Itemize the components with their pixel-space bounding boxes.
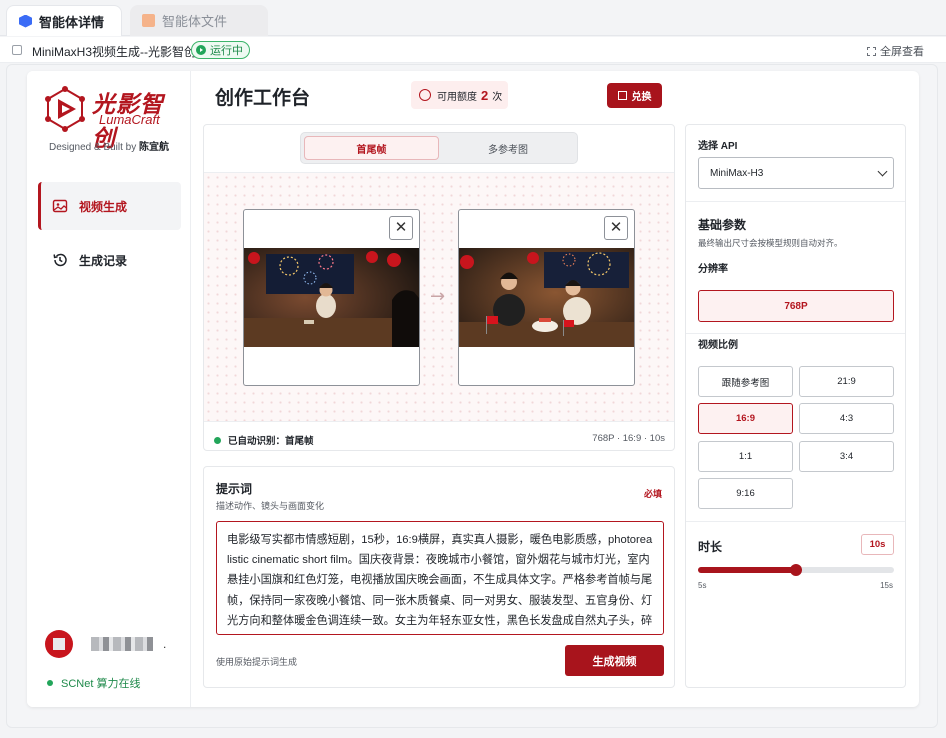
slider-fill — [698, 567, 796, 573]
redeem-button[interactable]: 兑换 — [607, 83, 662, 108]
page-title: 创作工作台 — [215, 88, 311, 109]
ratio-follow-reference[interactable]: 跟随参考图 — [698, 366, 793, 397]
auto-detect-status: 已自动识别：首尾帧 — [214, 433, 314, 447]
gauge-icon — [419, 89, 431, 101]
redeem-label: 兑换 — [631, 92, 652, 103]
sidebar-item-label: 生成记录 — [79, 253, 128, 268]
ratio-3-4[interactable]: 3:4 — [799, 441, 894, 472]
avatar — [45, 630, 73, 658]
resolution-label: 分辨率 — [698, 264, 728, 275]
sidebar-item-label: 视频生成 — [79, 199, 128, 214]
designed-by: Designed & Built by 陈宜航 — [27, 138, 191, 153]
last-frame-image — [459, 248, 634, 347]
mode-multi-reference[interactable]: 多参考图 — [441, 136, 575, 160]
output-spec: 768P · 16:9 · 10s — [592, 433, 665, 444]
play-icon — [196, 45, 206, 55]
required-badge: 必填 — [643, 489, 662, 499]
duration-label: 时长 — [698, 540, 723, 554]
logo-text-en: LumaCraft — [99, 112, 160, 127]
ratio-16-9[interactable]: 16:9 — [698, 403, 793, 434]
designer-name: 陈宜航 — [139, 142, 170, 153]
tab-label: 智能体详情 — [39, 14, 105, 30]
play-logo-icon — [45, 86, 85, 132]
status-text: 运行中 — [210, 45, 243, 57]
ratio-4-3[interactable]: 4:3 — [799, 403, 894, 434]
first-frame-slot[interactable]: ✕ — [243, 209, 420, 386]
gift-icon — [617, 91, 627, 100]
compute-status: SCNet 算力在线 — [47, 675, 140, 691]
duration-max: 15s — [880, 581, 893, 590]
ratio-21-9[interactable]: 21:9 — [799, 366, 894, 397]
designed-prefix: Designed & Built by — [48, 142, 140, 153]
compute-status-text: SCNet 算力在线 — [61, 678, 141, 690]
history-icon — [53, 253, 67, 267]
api-select[interactable]: MiniMax-H3 — [698, 157, 894, 189]
divider — [686, 201, 905, 202]
app-container: 光影智创 LumaCraft Designed & Built by 陈宜航 视… — [27, 71, 919, 707]
window-title-row: MiniMaxH3视频生成--光影智创 运行中 全屏查看 — [0, 37, 946, 63]
mode-switch: 首尾帧 多参考图 — [300, 132, 578, 164]
sidebar-item-video-generation[interactable]: 视频生成 — [38, 182, 181, 230]
remove-last-frame-button[interactable]: ✕ — [604, 216, 628, 240]
basic-params-title: 基础参数 — [698, 218, 747, 232]
slider-handle[interactable] — [790, 564, 802, 576]
duration-slider[interactable] — [698, 564, 894, 576]
window-icon — [12, 45, 22, 55]
ratio-1-1[interactable]: 1:1 — [698, 441, 793, 472]
status-badge: 运行中 — [191, 41, 250, 59]
fullscreen-button[interactable]: 全屏查看 — [867, 43, 924, 59]
prompt-subtitle: 描述动作、镜头与画面变化 — [216, 501, 325, 511]
username-redacted — [91, 637, 153, 651]
quota-value: 2 — [481, 87, 489, 103]
frames-panel: 首尾帧 多参考图 ✕ → ✕ 已自动识别：首尾帧 768P · 16:9 · 1… — [203, 124, 675, 451]
prompt-title: 提示词 — [216, 482, 253, 496]
settings-panel: 选择 API MiniMax-H3 基础参数 最终输出尺寸会按模型规则自动对齐。… — [685, 124, 906, 688]
resolution-option-768p[interactable]: 768P — [698, 290, 894, 322]
generate-video-button[interactable]: 生成视频 — [565, 645, 664, 676]
chevron-down-icon — [877, 166, 888, 177]
auto-detect-text: 已自动识别：首尾帧 — [228, 436, 314, 447]
quota-unit: 次 — [492, 91, 503, 103]
ratio-9-16[interactable]: 9:16 — [698, 478, 793, 509]
sidebar: 光影智创 LumaCraft Designed & Built by 陈宜航 视… — [27, 71, 191, 707]
first-frame-image — [244, 248, 419, 347]
video-image-icon — [52, 199, 68, 213]
username-suffix: . — [163, 637, 167, 651]
document-icon — [142, 14, 155, 27]
logo: 光影智创 LumaCraft — [41, 81, 181, 151]
original-prompt-hint[interactable]: 使用原始提示词生成 — [216, 655, 297, 668]
prompt-textarea[interactable]: 电影级写实都市情感短剧，15秒，16:9横屏，真实真人摄影，暖色电影质感，pho… — [216, 521, 664, 635]
expand-icon — [867, 46, 876, 56]
api-selected-value: MiniMax-H3 — [710, 167, 764, 179]
arrow-right-icon: → — [430, 286, 446, 307]
tab-agent-details[interactable]: 智能体详情 — [6, 5, 122, 36]
status-dot-icon — [214, 436, 221, 444]
duration-value: 10s — [861, 534, 894, 555]
sidebar-item-history[interactable]: 生成记录 — [38, 236, 181, 284]
online-dot-icon — [47, 680, 53, 686]
quota-label: 可用额度 — [437, 91, 477, 103]
hexagon-icon — [19, 14, 32, 28]
tab-agent-files[interactable]: 智能体文件 — [130, 5, 268, 36]
remove-first-frame-button[interactable]: ✕ — [389, 216, 413, 240]
last-frame-slot[interactable]: ✕ — [458, 209, 635, 386]
user-profile[interactable]: . — [45, 630, 166, 658]
duration-min: 5s — [698, 581, 707, 590]
frame-drop-area: ✕ → ✕ — [204, 172, 674, 422]
fullscreen-label: 全屏查看 — [880, 46, 924, 58]
divider — [686, 521, 905, 522]
basic-params-subtitle: 最终输出尺寸会按模型规则自动对齐。 — [698, 238, 843, 248]
window-title: MiniMaxH3视频生成--光影智创 — [32, 45, 197, 59]
tab-bar: 智能体详情 智能体文件 — [0, 0, 946, 36]
divider — [686, 333, 905, 334]
tab-label: 智能体文件 — [162, 14, 228, 29]
prompt-panel: 提示词 描述动作、镜头与画面变化 必填 电影级写实都市情感短剧，15秒，16:9… — [203, 466, 675, 688]
quota-badge: 可用额度 2 次 — [411, 81, 508, 109]
mode-first-last-frame[interactable]: 首尾帧 — [304, 136, 439, 160]
api-label: 选择 API — [698, 141, 738, 152]
ratio-label: 视频比例 — [698, 340, 738, 351]
